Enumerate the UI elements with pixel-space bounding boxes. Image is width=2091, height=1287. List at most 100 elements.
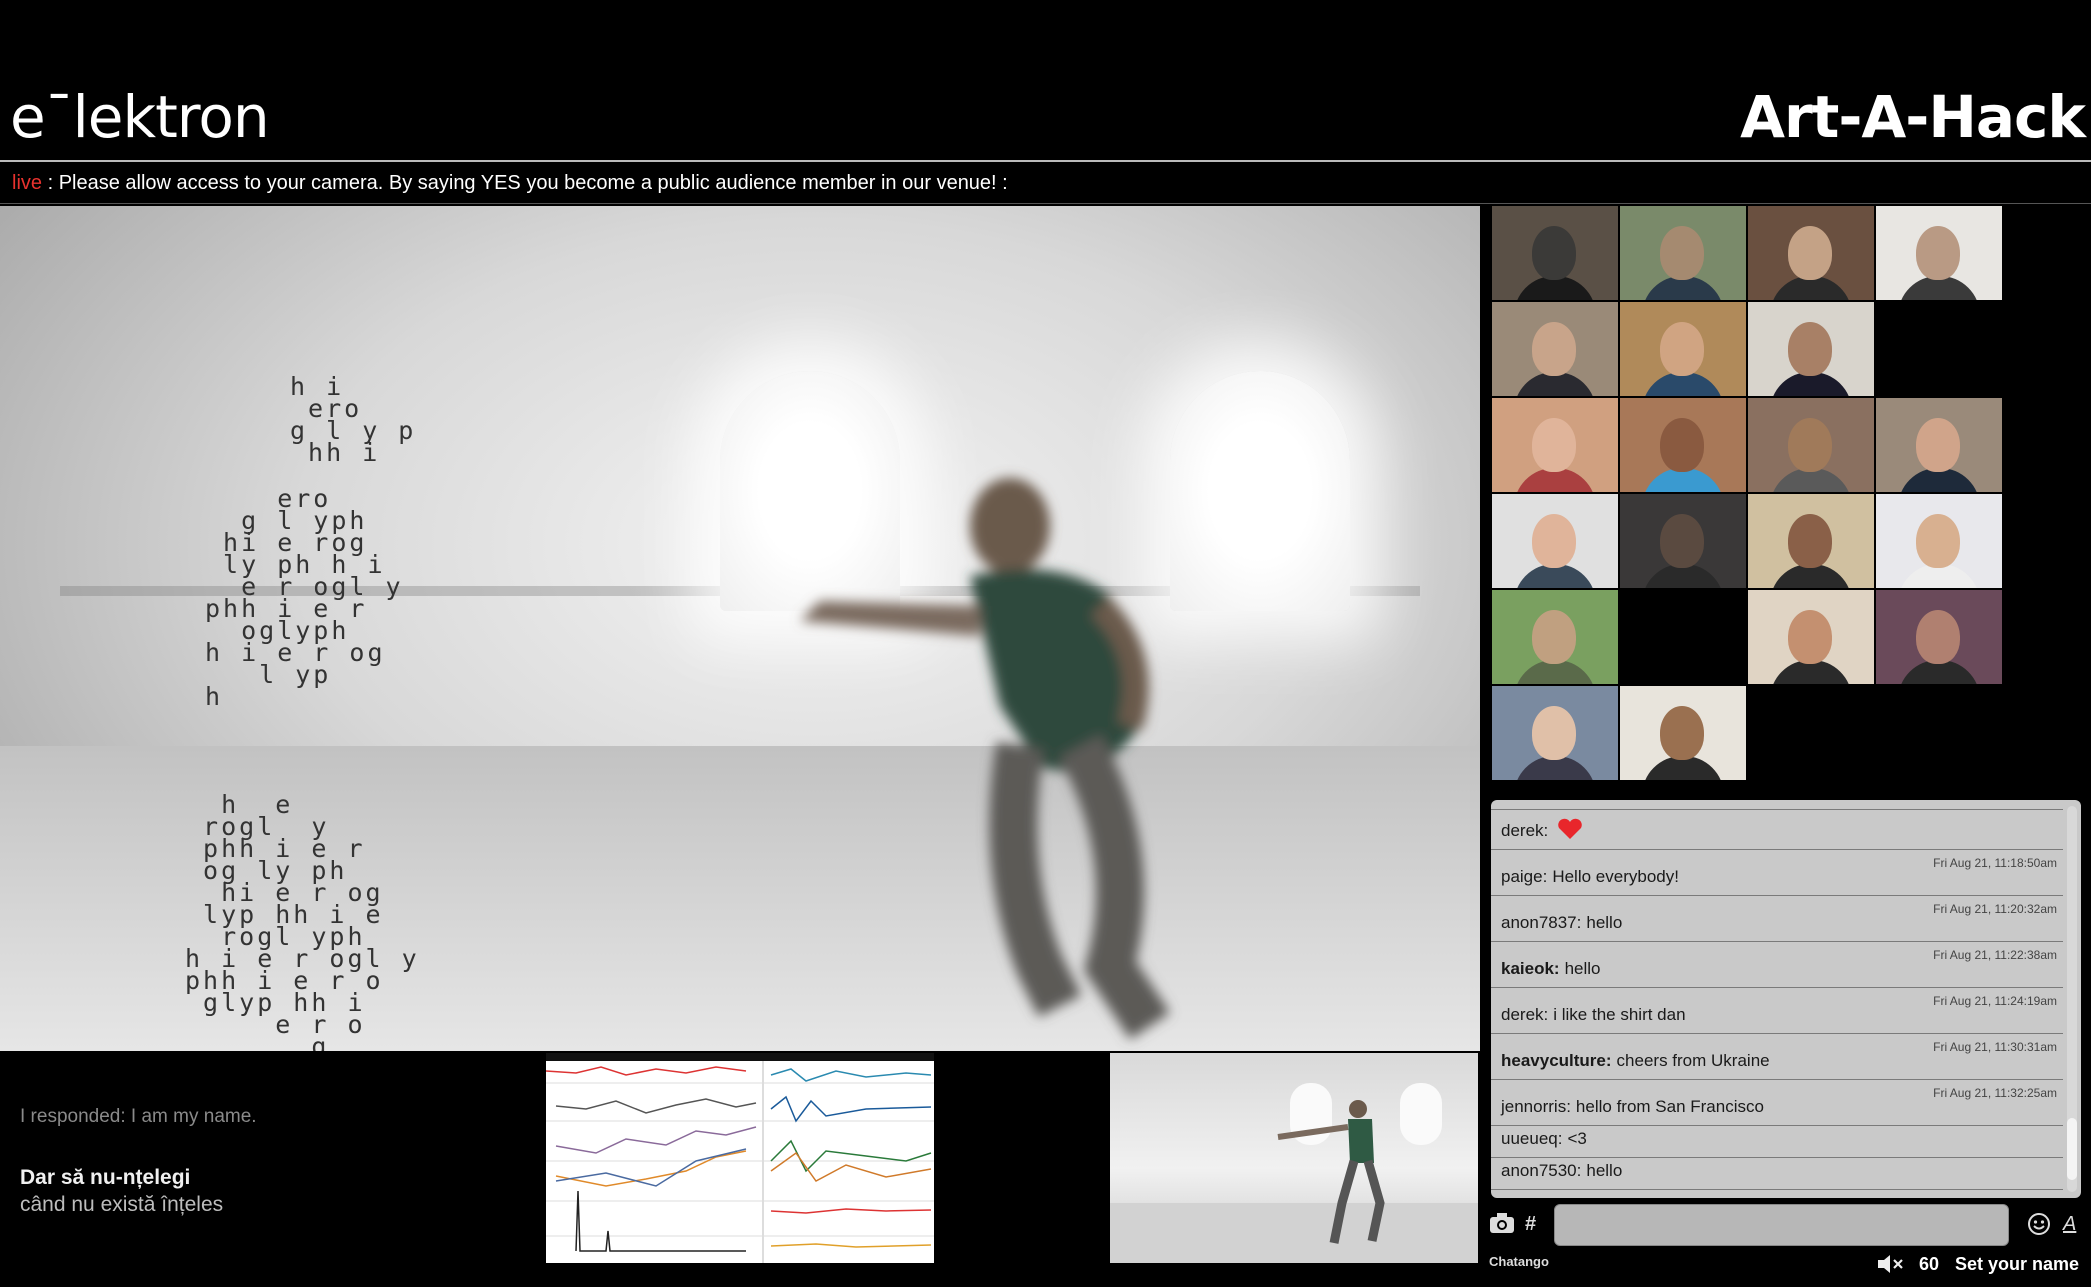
chat-message-truncated [1491, 800, 2063, 810]
participant-tile[interactable] [1748, 398, 1874, 492]
main-video-stream[interactable]: h i ero g l y p hh i ero g l yph hi e ro… [0, 206, 1480, 1051]
participant-tile[interactable] [1492, 302, 1618, 396]
chat-username[interactable]: kaieok: [1501, 959, 1560, 978]
participant-face [1788, 418, 1832, 472]
participant-tile[interactable] [1492, 590, 1618, 684]
participant-face [1788, 322, 1832, 376]
chat-body: hello [1564, 959, 1601, 978]
participant-tile[interactable] [1620, 206, 1746, 300]
emoji-icon[interactable] [2027, 1212, 2051, 1242]
chat-timestamp: Fri Aug 21, 11:24:19am [1933, 994, 2057, 1008]
font-style-button[interactable]: A [2063, 1212, 2076, 1236]
chat-message-text: derek: [1501, 818, 1583, 841]
glyph-text-block-3: h e rogl y phh i e r og ly ph hi e r og … [185, 790, 420, 1051]
participant-tile[interactable] [1620, 398, 1746, 492]
chat-input-bar: # A [1489, 1198, 2091, 1254]
participant-tile[interactable] [1492, 206, 1618, 300]
empty-participant-slot [1620, 590, 1746, 684]
chat-message-text: derek: i like the shirt dan [1501, 1005, 1686, 1025]
participant-tile[interactable] [1620, 302, 1746, 396]
participant-tile[interactable] [1748, 494, 1874, 588]
chat-message-input[interactable] [1554, 1204, 2009, 1246]
chat-username[interactable]: derek: [1501, 1005, 1548, 1024]
participant-tile[interactable] [1876, 590, 2002, 684]
chat-footer: Chatango 60 Set your name [1489, 1252, 2091, 1287]
chat-message[interactable]: derek: [1491, 810, 2063, 850]
glyph-text-block-2: ero g l yph hi e rog ly ph h i e r ogl y… [205, 484, 404, 711]
participant-tile[interactable] [1748, 302, 1874, 396]
chat-body: hello [1586, 1161, 1623, 1180]
secondary-video-stream[interactable] [1110, 1053, 1478, 1263]
chat-message-text: uueueq: <3 [1501, 1129, 1587, 1149]
chat-message-text: anon7530: hello [1501, 1161, 1622, 1181]
elektron-logo[interactable]: e¯lektron [10, 88, 270, 146]
ticker-separator: : [47, 172, 54, 194]
chat-message[interactable]: anon7837: hello Fri Aug 21, 11:20:32am [1491, 896, 2063, 942]
participant-face [1532, 418, 1576, 472]
hashtag-button[interactable]: # [1525, 1212, 1536, 1236]
secondary-video-scene [1110, 1083, 1478, 1263]
chat-message[interactable]: heavyculture: cheers from Ukraine Fri Aug … [1491, 1034, 2063, 1080]
participant-tile[interactable] [1620, 686, 1746, 780]
live-label: live [12, 172, 43, 194]
participant-tile[interactable] [1492, 686, 1618, 780]
chat-username[interactable]: derek: [1501, 821, 1548, 840]
chat-username[interactable]: jennorris: [1501, 1097, 1571, 1116]
subtitle-previous: I responded: I am my name. [20, 1106, 257, 1127]
chat-message[interactable]: kaieok: hello Fri Aug 21, 11:22:38am [1491, 942, 2063, 988]
chat-timestamp: Fri Aug 21, 11:30:31am [1933, 1040, 2057, 1054]
chat-message-text: paige: Hello everybody! [1501, 867, 1679, 887]
mute-icon[interactable] [1876, 1252, 1904, 1276]
chat-username[interactable]: uueueq: [1501, 1129, 1562, 1148]
participant-face [1532, 514, 1576, 568]
chat-body: hello [1586, 913, 1623, 932]
participant-face [1916, 514, 1960, 568]
sensor-data-graphs [546, 1053, 934, 1263]
participant-tile[interactable] [1876, 398, 2002, 492]
chat-message[interactable]: derek: i like the shirt dan Fri Aug 21, 11… [1491, 988, 2063, 1034]
event-title: Art-A-Hack [1740, 83, 2086, 151]
live-ticker: live : Please allow access to your camer… [0, 162, 2091, 204]
participant-video-grid [1492, 206, 2004, 782]
chat-body: <3 [1567, 1129, 1587, 1148]
set-name-link[interactable]: Set your name [1955, 1254, 2079, 1275]
chat-message-text: heavyculture: cheers from Ukraine [1501, 1051, 1770, 1071]
participant-tile[interactable] [1876, 206, 2002, 300]
chat-message-text: jennorris: hello from San Francisco [1501, 1097, 1764, 1117]
participant-face [1660, 322, 1704, 376]
subtitle-panel: I responded: I am my name. Dar să nu-nțe… [0, 1051, 545, 1271]
chat-message[interactable]: jennorris: hello from San Francisco Fri Au… [1491, 1080, 2063, 1126]
participant-face [1532, 226, 1576, 280]
subtitle-line-1: Dar să nu-nțelegi [20, 1166, 191, 1189]
participant-face [1532, 610, 1576, 664]
chat-message[interactable]: anon7530: hello [1491, 1158, 2063, 1190]
chat-body: Hello everybody! [1552, 867, 1679, 886]
chat-body: i like the shirt dan [1553, 1005, 1686, 1024]
chat-timestamp: Fri Aug 21, 11:18:50am [1933, 856, 2057, 870]
participant-face [1916, 418, 1960, 472]
participant-tile[interactable] [1876, 494, 2002, 588]
participant-tile[interactable] [1492, 398, 1618, 492]
chat-body: hello from San Francisco [1575, 1097, 1764, 1116]
participant-tile[interactable] [1748, 206, 1874, 300]
participant-face [1660, 706, 1704, 760]
camera-icon[interactable] [1489, 1212, 1515, 1240]
chat-username[interactable]: paige: [1501, 867, 1547, 886]
chat-message[interactable]: uueueq: <3 [1491, 1126, 2063, 1158]
chat-username[interactable]: heavyculture: [1501, 1051, 1612, 1070]
participant-tile[interactable] [1748, 590, 1874, 684]
chatango-brand-link[interactable]: Chatango [1489, 1254, 1549, 1269]
participant-tile[interactable] [1492, 494, 1618, 588]
chat-message[interactable]: paige: Hello everybody! Fri Aug 21, 11:18:… [1491, 850, 2063, 896]
participant-face [1532, 706, 1576, 760]
chat-username[interactable]: anon7530: [1501, 1161, 1581, 1180]
participant-face [1916, 610, 1960, 664]
chat-message-text: kaieok: hello [1501, 959, 1601, 979]
participant-face [1532, 322, 1576, 376]
subtitle-line-2: când nu există înțeles [20, 1193, 224, 1216]
participant-face [1788, 610, 1832, 664]
chat-scroll-thumb[interactable] [2067, 1118, 2077, 1180]
participant-tile[interactable] [1620, 494, 1746, 588]
user-count: 60 [1919, 1254, 1940, 1274]
chat-username[interactable]: anon7837: [1501, 913, 1581, 932]
